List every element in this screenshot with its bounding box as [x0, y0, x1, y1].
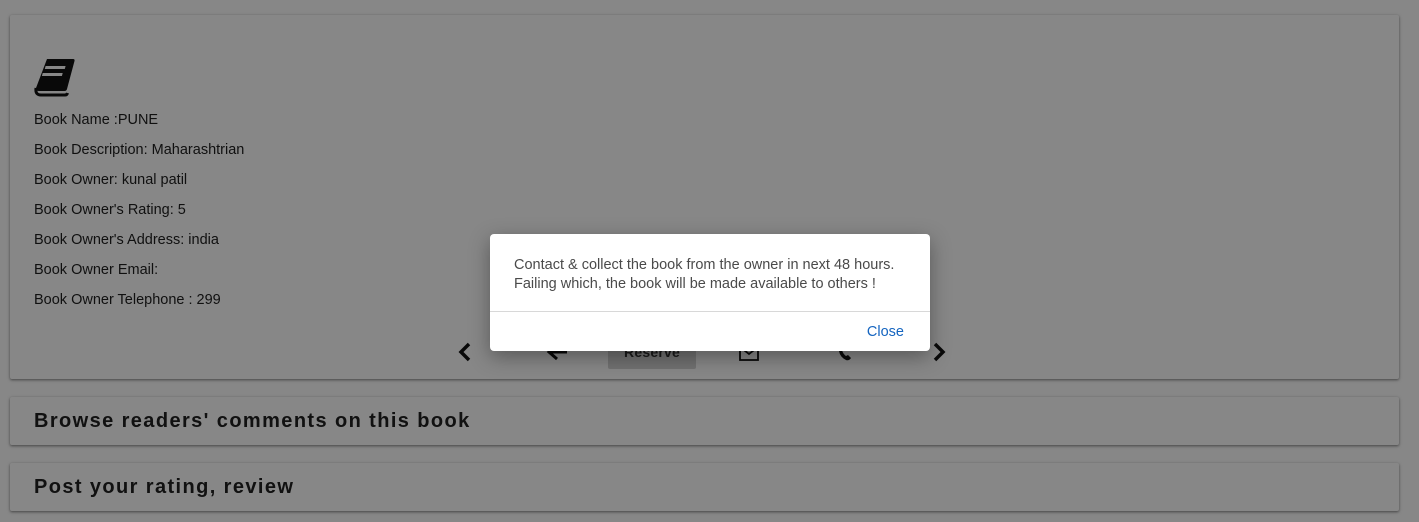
dialog-message: Contact & collect the book from the owne… [514, 256, 914, 294]
dialog-message-line-1: Contact & collect the book from the owne… [514, 257, 895, 273]
reservation-dialog: Contact & collect the book from the owne… [490, 234, 930, 351]
close-button[interactable]: Close [867, 324, 904, 340]
dialog-message-line-2: Failing which, the book will be made ava… [514, 276, 876, 292]
dialog-divider [490, 311, 930, 312]
